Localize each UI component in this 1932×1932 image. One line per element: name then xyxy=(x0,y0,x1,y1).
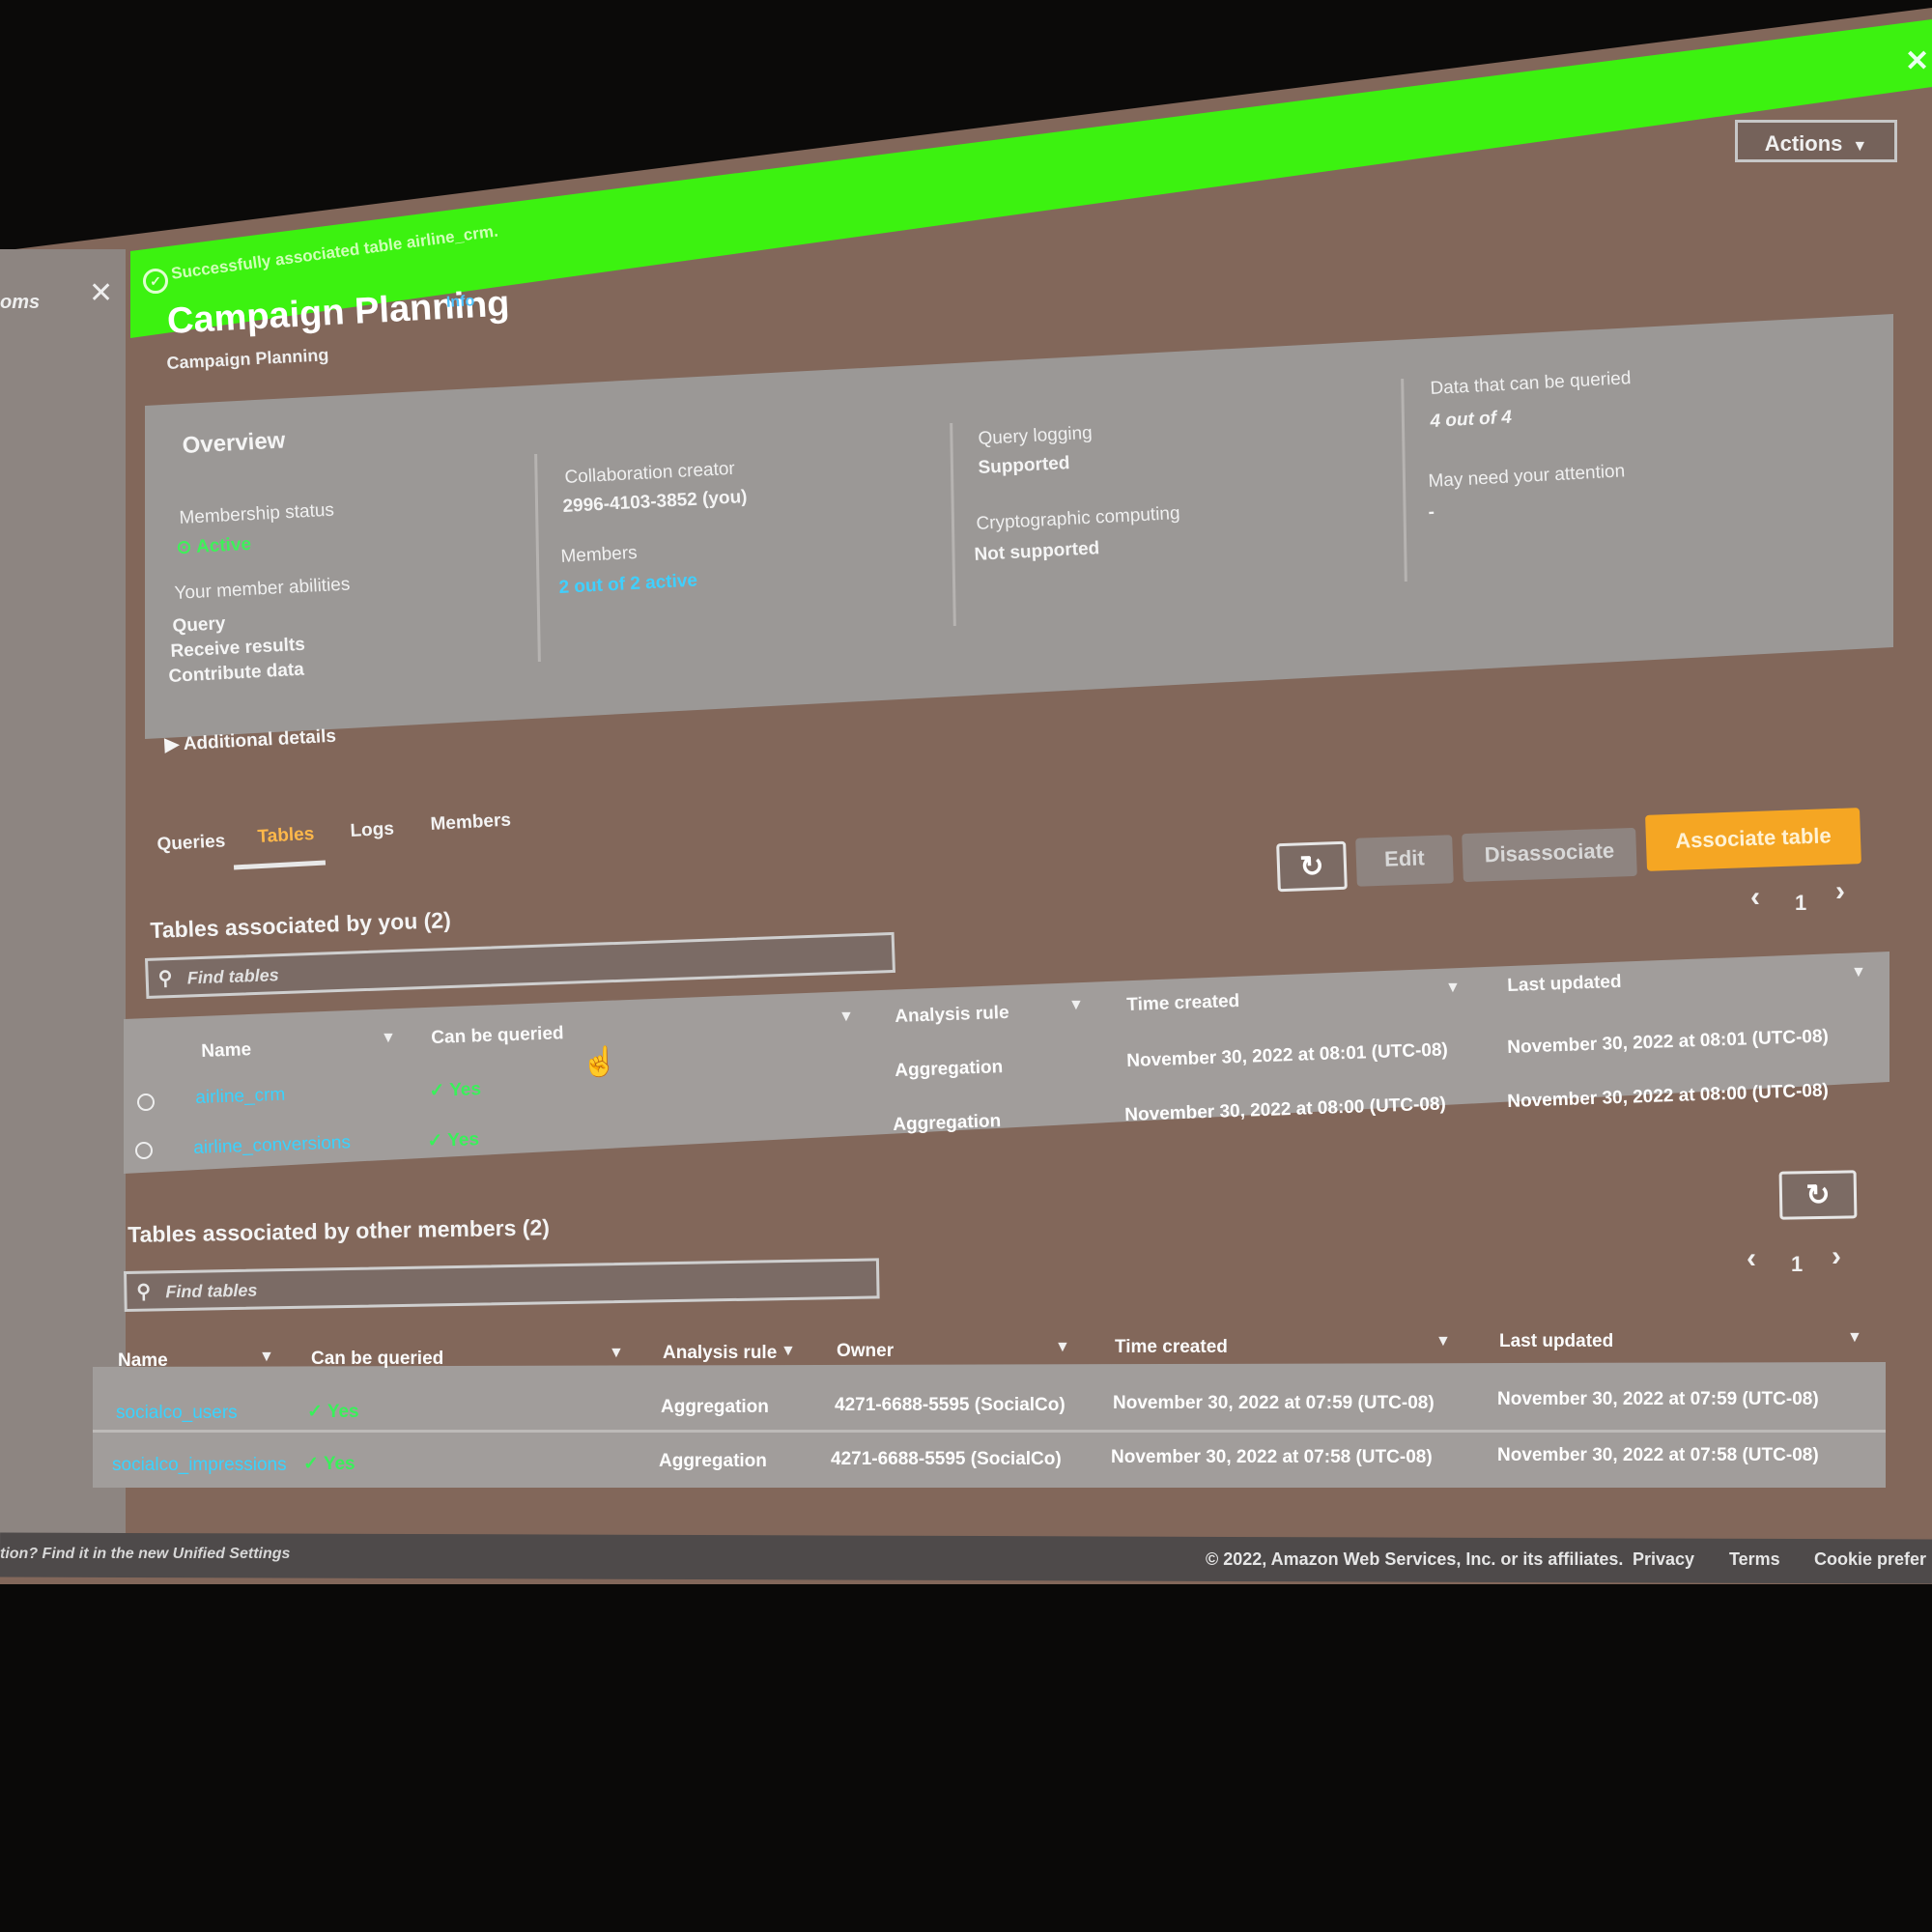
table-name-link[interactable]: socialco_impressions xyxy=(112,1455,287,1476)
other-tables-title: Tables associated by other members (2) xyxy=(128,1214,551,1247)
queryable-value: 4 out of 4 xyxy=(1430,407,1513,432)
sort-icon[interactable]: ▼ xyxy=(381,1030,396,1047)
active-tab-indicator xyxy=(233,860,327,870)
side-panel-close-icon[interactable]: ✕ xyxy=(89,276,113,310)
sort-icon[interactable]: ▼ xyxy=(259,1349,274,1366)
attention-value: - xyxy=(1428,501,1435,523)
analysis-rule-value: Aggregation xyxy=(659,1451,767,1471)
col-can-be-queried[interactable]: Can be queried xyxy=(311,1349,443,1370)
associate-table-button[interactable]: Associate table xyxy=(1645,808,1861,871)
col-time-created[interactable]: Time created xyxy=(1126,991,1240,1016)
queryable-text: Yes xyxy=(446,1129,480,1151)
queryable-value: ✓ Yes xyxy=(427,1129,480,1151)
table-name-link[interactable]: airline_crm xyxy=(195,1085,286,1109)
sort-icon[interactable]: ▼ xyxy=(838,1009,854,1026)
caret-right-icon: ▶ xyxy=(164,734,180,755)
ability-query: Query xyxy=(172,613,226,637)
search-icon: ⚲ xyxy=(157,968,173,990)
footer-privacy-link[interactable]: Privacy xyxy=(1633,1549,1694,1570)
tab-members[interactable]: Members xyxy=(430,810,511,836)
col-analysis-rule[interactable]: Analysis rule xyxy=(663,1343,777,1364)
col-last-updated[interactable]: Last updated xyxy=(1499,1331,1613,1352)
status-text: Active xyxy=(195,533,252,557)
row-radio[interactable] xyxy=(137,1094,155,1111)
sort-icon[interactable]: ▼ xyxy=(1435,1333,1451,1350)
success-check-icon: ✓ xyxy=(143,269,168,294)
last-updated-value: November 30, 2022 at 07:59 (UTC-08) xyxy=(1497,1389,1819,1409)
queryable-value: ✓ Yes xyxy=(429,1079,482,1101)
actions-dropdown-button[interactable]: Actions ▼ xyxy=(1735,120,1897,162)
col-name[interactable]: Name xyxy=(201,1039,251,1063)
pager-current-page[interactable]: 1 xyxy=(1791,1252,1803,1277)
page-subtitle: Campaign Planning xyxy=(166,345,329,373)
refresh-button[interactable]: ↻ xyxy=(1778,1170,1858,1220)
edit-button[interactable]: Edit xyxy=(1355,835,1454,887)
col-time-created[interactable]: Time created xyxy=(1115,1337,1228,1358)
check-circle-icon: ⊙ xyxy=(176,537,193,558)
col-last-updated[interactable]: Last updated xyxy=(1507,972,1622,997)
tab-queries[interactable]: Queries xyxy=(156,831,226,856)
overview-heading: Overview xyxy=(182,427,287,459)
time-created-value: November 30, 2022 at 07:58 (UTC-08) xyxy=(1111,1447,1433,1467)
analysis-rule-value: Aggregation xyxy=(661,1397,769,1417)
sort-icon[interactable]: ▼ xyxy=(1445,980,1461,997)
pager-next-icon[interactable]: › xyxy=(1832,1240,1841,1273)
owner-value: 4271-6688-5595 (SocialCo) xyxy=(835,1395,1065,1415)
other-tables-search-input[interactable] xyxy=(163,1266,768,1307)
col-name[interactable]: Name xyxy=(118,1350,168,1372)
my-tables-title: Tables associated by you (2) xyxy=(150,907,452,943)
sort-icon[interactable]: ▼ xyxy=(609,1345,624,1362)
queryable-value: ✓ Yes xyxy=(307,1402,359,1422)
pager-next-icon[interactable]: › xyxy=(1835,875,1845,908)
tab-logs[interactable]: Logs xyxy=(350,819,394,842)
pager-current-page[interactable]: 1 xyxy=(1795,891,1806,916)
refresh-icon: ↻ xyxy=(1298,850,1325,884)
mouse-cursor-icon: ☝ xyxy=(582,1046,618,1078)
flash-close-icon[interactable]: ✕ xyxy=(1905,44,1929,78)
pager-prev-icon[interactable]: ‹ xyxy=(1747,1242,1756,1275)
owner-value: 4271-6688-5595 (SocialCo) xyxy=(831,1449,1062,1469)
analysis-rule-value: Aggregation xyxy=(895,1057,1004,1081)
side-panel-label: oms xyxy=(0,292,41,313)
membership-status-value: ⊙ Active xyxy=(176,533,252,559)
footer-copyright: © 2022, Amazon Web Services, Inc. or its… xyxy=(1206,1549,1624,1569)
refresh-icon: ↻ xyxy=(1805,1179,1831,1212)
info-link[interactable]: Info xyxy=(446,293,475,312)
side-panel xyxy=(0,249,126,1563)
row-radio[interactable] xyxy=(135,1142,153,1159)
preferences-icon[interactable]: ▼ xyxy=(1851,964,1866,981)
sort-icon[interactable]: ▼ xyxy=(1055,1339,1070,1356)
row-divider xyxy=(93,1430,1886,1433)
col-owner[interactable]: Owner xyxy=(837,1341,894,1362)
app-screen: oms ✕ ✓ Successfully associated table ai… xyxy=(0,0,1932,1584)
my-tables-search[interactable]: ⚲ xyxy=(145,931,895,999)
queryable-text: Yes xyxy=(327,1402,359,1422)
queryable-value: ✓ Yes xyxy=(303,1454,355,1474)
my-tables-search-input[interactable] xyxy=(185,942,784,993)
pager-prev-icon[interactable]: ‹ xyxy=(1750,881,1760,914)
table-name-link[interactable]: socialco_users xyxy=(116,1403,238,1424)
time-created-value: November 30, 2022 at 07:59 (UTC-08) xyxy=(1113,1393,1435,1413)
search-icon: ⚲ xyxy=(136,1281,152,1303)
queryable-text: Yes xyxy=(448,1079,482,1101)
other-tables-search[interactable]: ⚲ xyxy=(124,1258,880,1312)
members-label: Members xyxy=(560,542,639,567)
tab-tables[interactable]: Tables xyxy=(257,824,315,848)
queryable-text: Yes xyxy=(323,1454,355,1474)
actions-label: Actions xyxy=(1764,131,1843,156)
sort-icon[interactable]: ▼ xyxy=(1068,997,1084,1014)
analysis-rule-value: Aggregation xyxy=(893,1111,1002,1135)
footer-cookie-link[interactable]: Cookie prefer xyxy=(1814,1549,1926,1570)
sort-icon[interactable]: ▼ xyxy=(781,1343,796,1360)
col-analysis-rule[interactable]: Analysis rule xyxy=(895,1003,1009,1028)
disassociate-button[interactable]: Disassociate xyxy=(1462,827,1637,883)
unified-settings-link[interactable]: tion? Find it in the new Unified Setting… xyxy=(0,1546,290,1563)
preferences-icon[interactable]: ▼ xyxy=(1847,1329,1862,1347)
refresh-button[interactable]: ↻ xyxy=(1276,840,1348,893)
caret-down-icon: ▼ xyxy=(1852,138,1868,155)
last-updated-value: November 30, 2022 at 07:58 (UTC-08) xyxy=(1497,1445,1819,1465)
footer-terms-link[interactable]: Terms xyxy=(1729,1549,1780,1570)
